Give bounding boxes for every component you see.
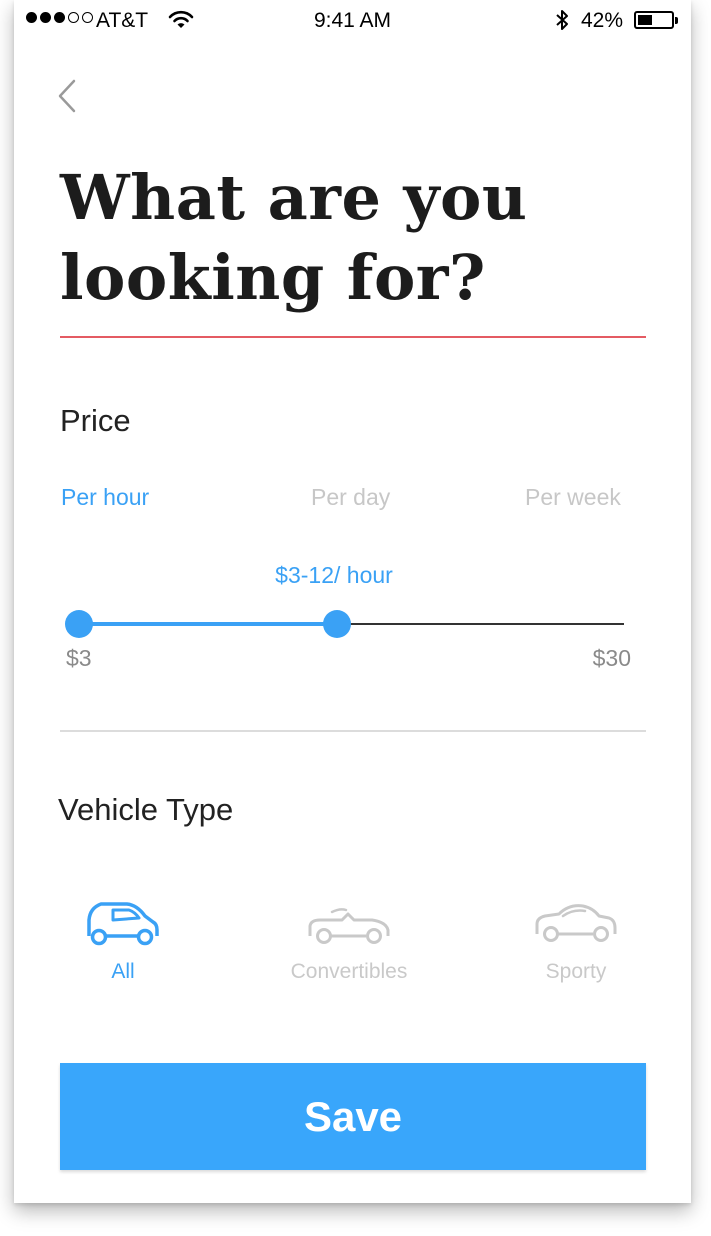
vehicle-option-sporty[interactable]: Sporty	[486, 900, 666, 984]
bluetooth-icon	[554, 8, 570, 38]
sports-car-icon	[535, 904, 617, 942]
phone-screen: AT&T 9:41 AM 42% What are you looking fo…	[14, 0, 691, 1203]
back-button[interactable]	[52, 76, 82, 116]
page-title-line: What are you	[60, 161, 528, 234]
price-slider-selected-range	[79, 622, 337, 626]
tab-per-hour[interactable]: Per hour	[61, 484, 149, 511]
vehicle-option-label: All	[111, 960, 135, 983]
vehicle-option-label: Convertibles	[290, 960, 408, 983]
battery-percent: 42%	[581, 9, 624, 32]
chevron-left-icon	[58, 79, 76, 113]
battery-icon	[634, 11, 678, 29]
vehicle-option-label: Sporty	[545, 960, 607, 983]
tab-per-day[interactable]: Per day	[311, 484, 390, 511]
price-section-label: Price	[60, 403, 131, 438]
save-button[interactable]: Save	[60, 1063, 646, 1170]
title-underline	[60, 336, 646, 338]
vehicle-type-section-label: Vehicle Type	[58, 792, 234, 827]
vehicle-option-convertibles[interactable]: Convertibles	[259, 900, 439, 984]
price-range-value: $3-12/ hour	[275, 562, 393, 588]
hatchback-car-icon	[87, 902, 159, 946]
section-divider	[60, 730, 646, 732]
status-bar: AT&T 9:41 AM 42%	[14, 0, 691, 42]
page-title-line: looking for?	[60, 241, 486, 314]
convertible-car-icon	[308, 908, 390, 944]
price-slider-max-handle[interactable]	[323, 610, 351, 638]
price-slider-min-label: $3	[66, 645, 92, 671]
vehicle-option-all[interactable]: All	[33, 900, 213, 984]
tab-per-week[interactable]: Per week	[525, 484, 621, 511]
price-slider-max-label: $30	[592, 645, 631, 671]
price-slider-min-handle[interactable]	[65, 610, 93, 638]
page-title: What are you looking for?	[60, 158, 660, 318]
